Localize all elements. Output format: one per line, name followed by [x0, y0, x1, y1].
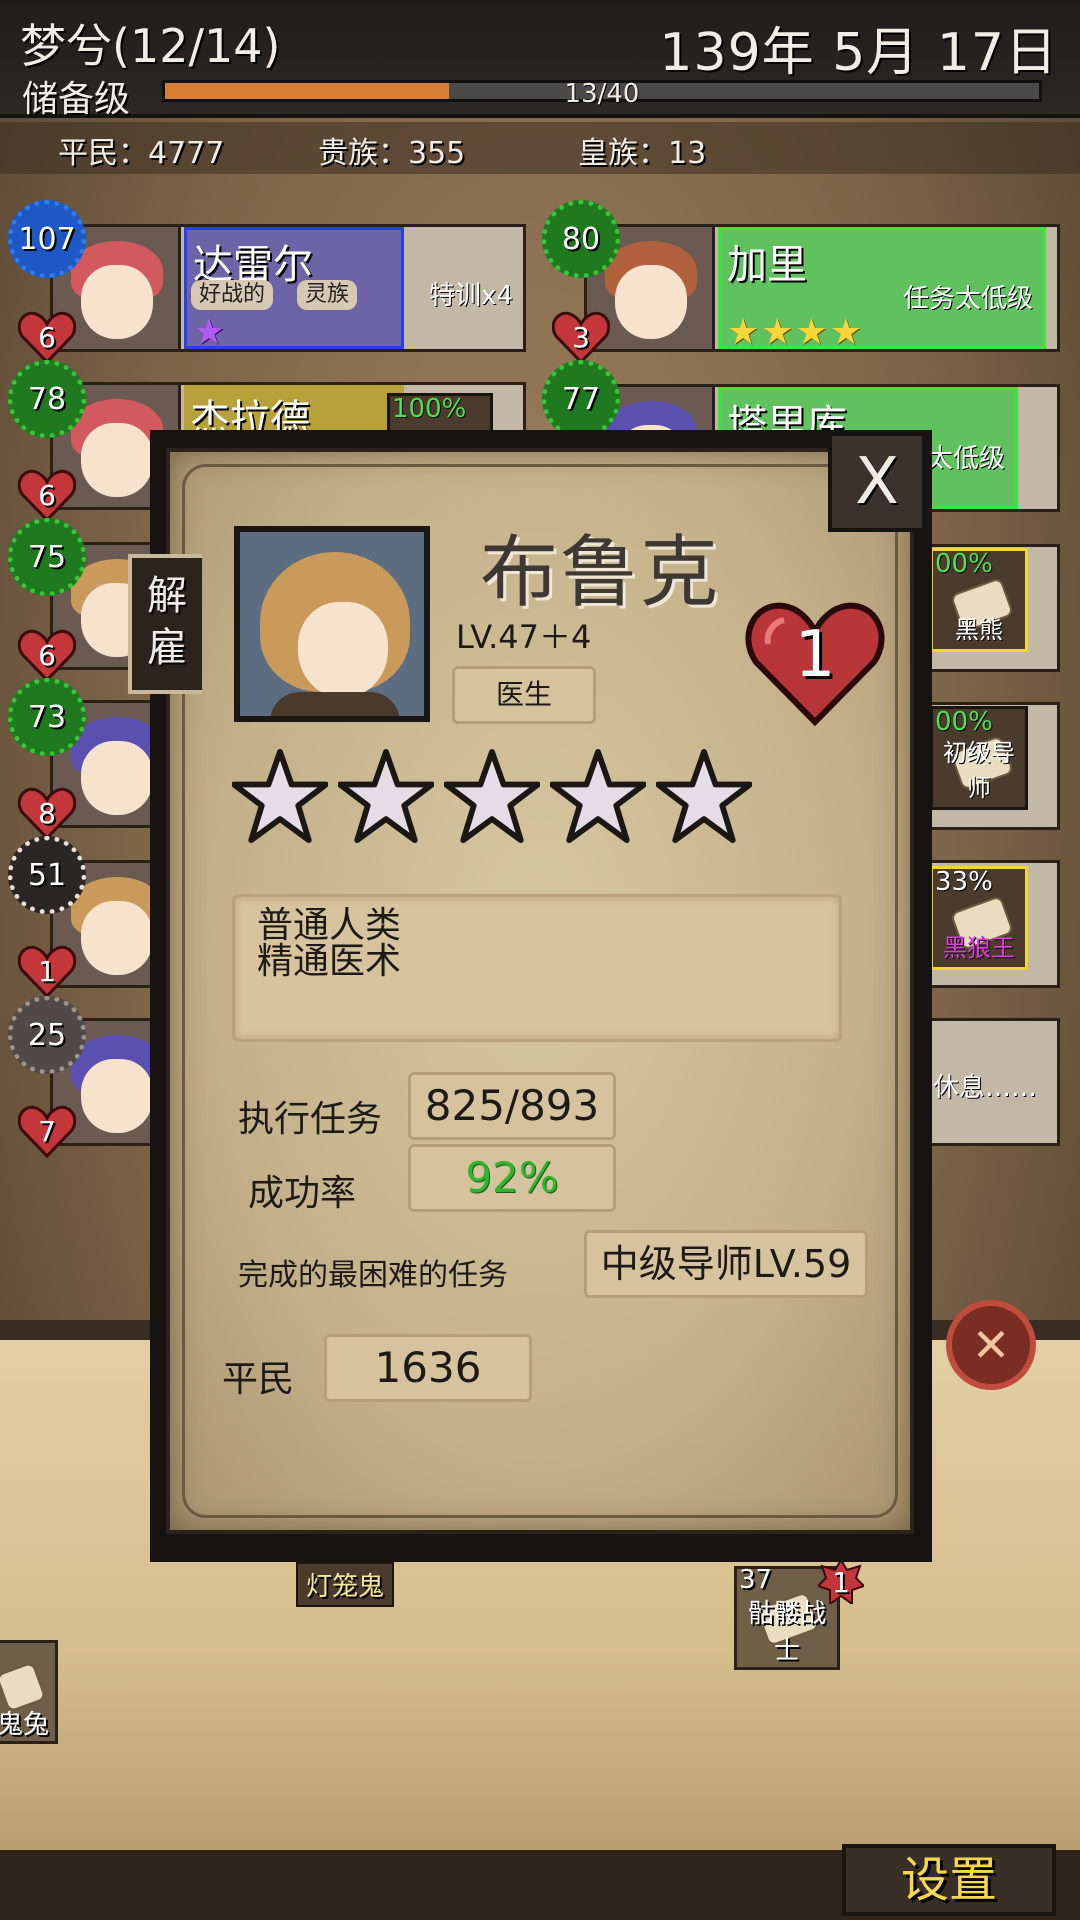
- alert-badge: 1: [818, 1560, 864, 1604]
- mission-percent: 00%: [935, 549, 993, 579]
- hero-status: 休息……: [933, 1073, 1038, 1103]
- social-class-label: 平民: [222, 1359, 295, 1400]
- mission-card[interactable]: 00% 初级导师: [930, 706, 1028, 810]
- roster-card[interactable]: 加里 任务太低级 ★★★★: [584, 224, 1060, 353]
- mission-card[interactable]: 00% 黑熊: [930, 548, 1028, 652]
- game-date: 139年 5月 17日: [659, 23, 1058, 83]
- population-row: 平民：4777 贵族：355 皇族：13: [0, 122, 1080, 174]
- heart-count: 1: [38, 954, 56, 988]
- heart-count: 3: [572, 320, 590, 354]
- hero-name-title: 布鲁克: [480, 528, 721, 618]
- hero-info: 加里 任务太低级 ★★★★: [718, 227, 1046, 353]
- hero-job-badge: 医生: [452, 666, 596, 724]
- level-badge: 107: [8, 200, 86, 278]
- mission-name: 黑狼王: [943, 934, 1015, 962]
- heart-badge: 3: [552, 310, 610, 364]
- guild-exp-bar: 13/40: [162, 79, 1042, 109]
- heart-badge: 1: [18, 944, 76, 998]
- star-icon: [444, 748, 540, 844]
- star-rating: ★★★★: [727, 312, 865, 353]
- alert-count: 1: [832, 1565, 850, 1599]
- hardest-mission-label: 完成的最困难的任务: [238, 1258, 508, 1293]
- mission-name: 鬼兔: [0, 1710, 50, 1740]
- hardest-mission-value: 中级导师LV.59: [584, 1230, 868, 1298]
- dismiss-hero-button[interactable]: 解雇: [128, 554, 202, 694]
- mission-progress: 100%: [387, 393, 493, 433]
- social-class-value: 1636: [324, 1334, 532, 1402]
- level-badge: 80: [542, 200, 620, 278]
- commoner-count: 平民：4777: [58, 136, 225, 171]
- level-badge: 51: [8, 836, 86, 914]
- level-badge: 25: [8, 996, 86, 1074]
- floor-mission-card[interactable]: 鬼兔: [0, 1640, 58, 1744]
- missions-label: 执行任务: [238, 1099, 383, 1140]
- heart-badge: 6: [18, 628, 76, 682]
- success-rate-label: 成功率: [248, 1173, 357, 1214]
- top-header: 梦兮(12/14) 139年 5月 17日 储备级 13/40: [0, 0, 1080, 120]
- hero-info: 达雷尔 好战的 灵族 ★: [184, 227, 404, 353]
- close-modal-button[interactable]: X: [828, 432, 926, 532]
- mission-count: 37: [739, 1565, 773, 1595]
- hero-name: 加里: [727, 242, 807, 288]
- star-icon: ★: [193, 312, 228, 353]
- heart-badge: 8: [18, 786, 76, 840]
- noble-count: 贵族：355: [318, 136, 466, 171]
- heart-count: 6: [38, 478, 56, 512]
- star-icon: [232, 748, 328, 844]
- heart-count: 6: [38, 638, 56, 672]
- heart-count: 7: [38, 1114, 56, 1148]
- guild-rank: 储备级: [22, 79, 131, 120]
- heart-badge: 6: [18, 468, 76, 522]
- hero-description: 普通人类 精通医术: [232, 894, 842, 1042]
- level-badge: 77: [542, 360, 620, 438]
- royal-count: 皇族：13: [578, 136, 707, 171]
- level-badge: 75: [8, 518, 86, 596]
- mission-percent: 100%: [392, 394, 467, 424]
- hero-large-portrait: [234, 526, 430, 722]
- heart-badge: 6: [18, 310, 76, 364]
- mission-name: 初级导师: [943, 739, 1015, 802]
- star-icon: [338, 748, 434, 844]
- heart-count: 6: [38, 320, 56, 354]
- settings-button[interactable]: 设置: [842, 1844, 1056, 1916]
- heart-badge: 7: [18, 1104, 76, 1158]
- guild-exp-text: 13/40: [564, 79, 640, 109]
- hero-heart-count: 1: [794, 618, 836, 692]
- hero-status: 任务太低级: [902, 284, 1033, 314]
- hero-trait-line: 普通人类: [257, 905, 402, 946]
- star-icon: [550, 748, 646, 844]
- level-badge: 78: [8, 360, 86, 438]
- success-rate-value: 92%: [408, 1144, 616, 1212]
- trait-tag: 好战的: [191, 280, 274, 310]
- floor-mission-label[interactable]: 灯笼鬼: [296, 1562, 395, 1607]
- heart-count: 8: [38, 796, 56, 830]
- mission-card[interactable]: 33% 黑狼王: [930, 866, 1028, 970]
- hero-status: 特训x4: [429, 281, 513, 311]
- hero-star-rating: [232, 748, 772, 858]
- roster-card[interactable]: 达雷尔 好战的 灵族 ★ 特训x4: [50, 224, 526, 353]
- hero-level: LV.47＋4: [456, 618, 592, 656]
- mission-name: 骷髅战士: [747, 1599, 826, 1666]
- trait-tag: 灵族: [297, 280, 358, 310]
- missions-value: 825/893: [408, 1072, 616, 1140]
- hero-trait-line: 精通医术: [257, 941, 402, 982]
- mission-name: 黑熊: [955, 616, 1003, 644]
- level-badge: 73: [8, 678, 86, 756]
- hero-heart-badge: 1: [744, 598, 886, 728]
- guild-name: 梦兮(12/14): [20, 19, 281, 73]
- star-icon: [656, 748, 752, 844]
- mission-percent: 33%: [935, 867, 993, 897]
- cancel-seal-icon[interactable]: ✕: [946, 1300, 1036, 1390]
